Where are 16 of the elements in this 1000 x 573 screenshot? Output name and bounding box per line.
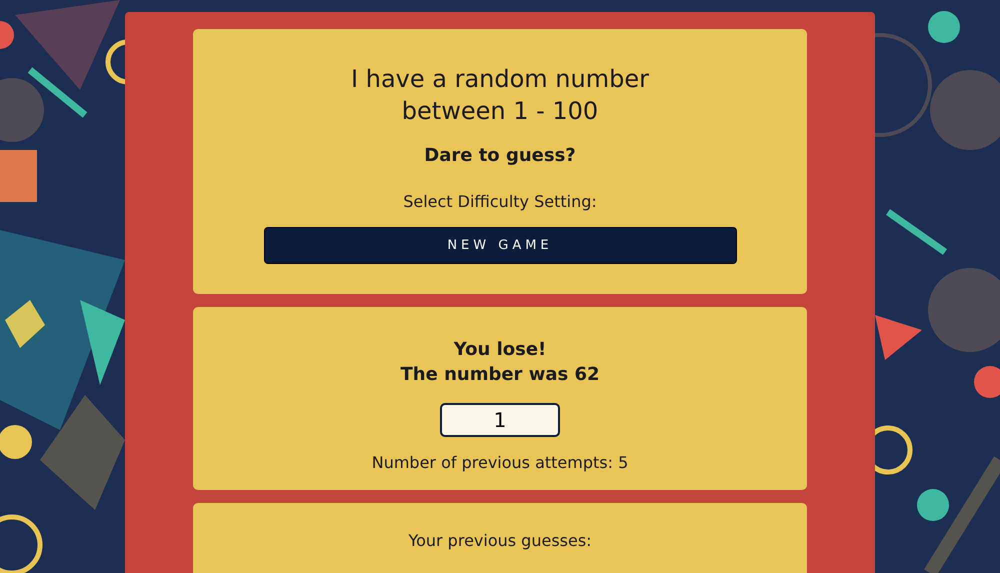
decorative-ring — [0, 514, 42, 573]
guess-input-field[interactable]: 1 — [440, 403, 560, 437]
subtitle-heading: Dare to guess? — [424, 145, 576, 166]
decorative-circle — [917, 489, 949, 521]
decorative-diamond — [5, 300, 45, 348]
difficulty-label: Select Difficulty Setting: — [403, 192, 597, 211]
decorative-stripe — [886, 209, 947, 255]
decorative-circle — [928, 11, 960, 43]
new-game-button[interactable]: NEW GAME — [264, 227, 736, 264]
decorative-rectangle — [0, 150, 37, 202]
decorative-triangle — [875, 315, 922, 360]
title-heading: I have a random number between 1 - 100 — [351, 64, 649, 127]
previous-guesses-heading: Your previous guesses: — [408, 530, 592, 550]
attempts-count: Number of previous attempts: 5 — [372, 453, 628, 472]
decorative-stripe — [28, 67, 88, 118]
result-message: You lose! The number was 62 — [400, 338, 600, 387]
